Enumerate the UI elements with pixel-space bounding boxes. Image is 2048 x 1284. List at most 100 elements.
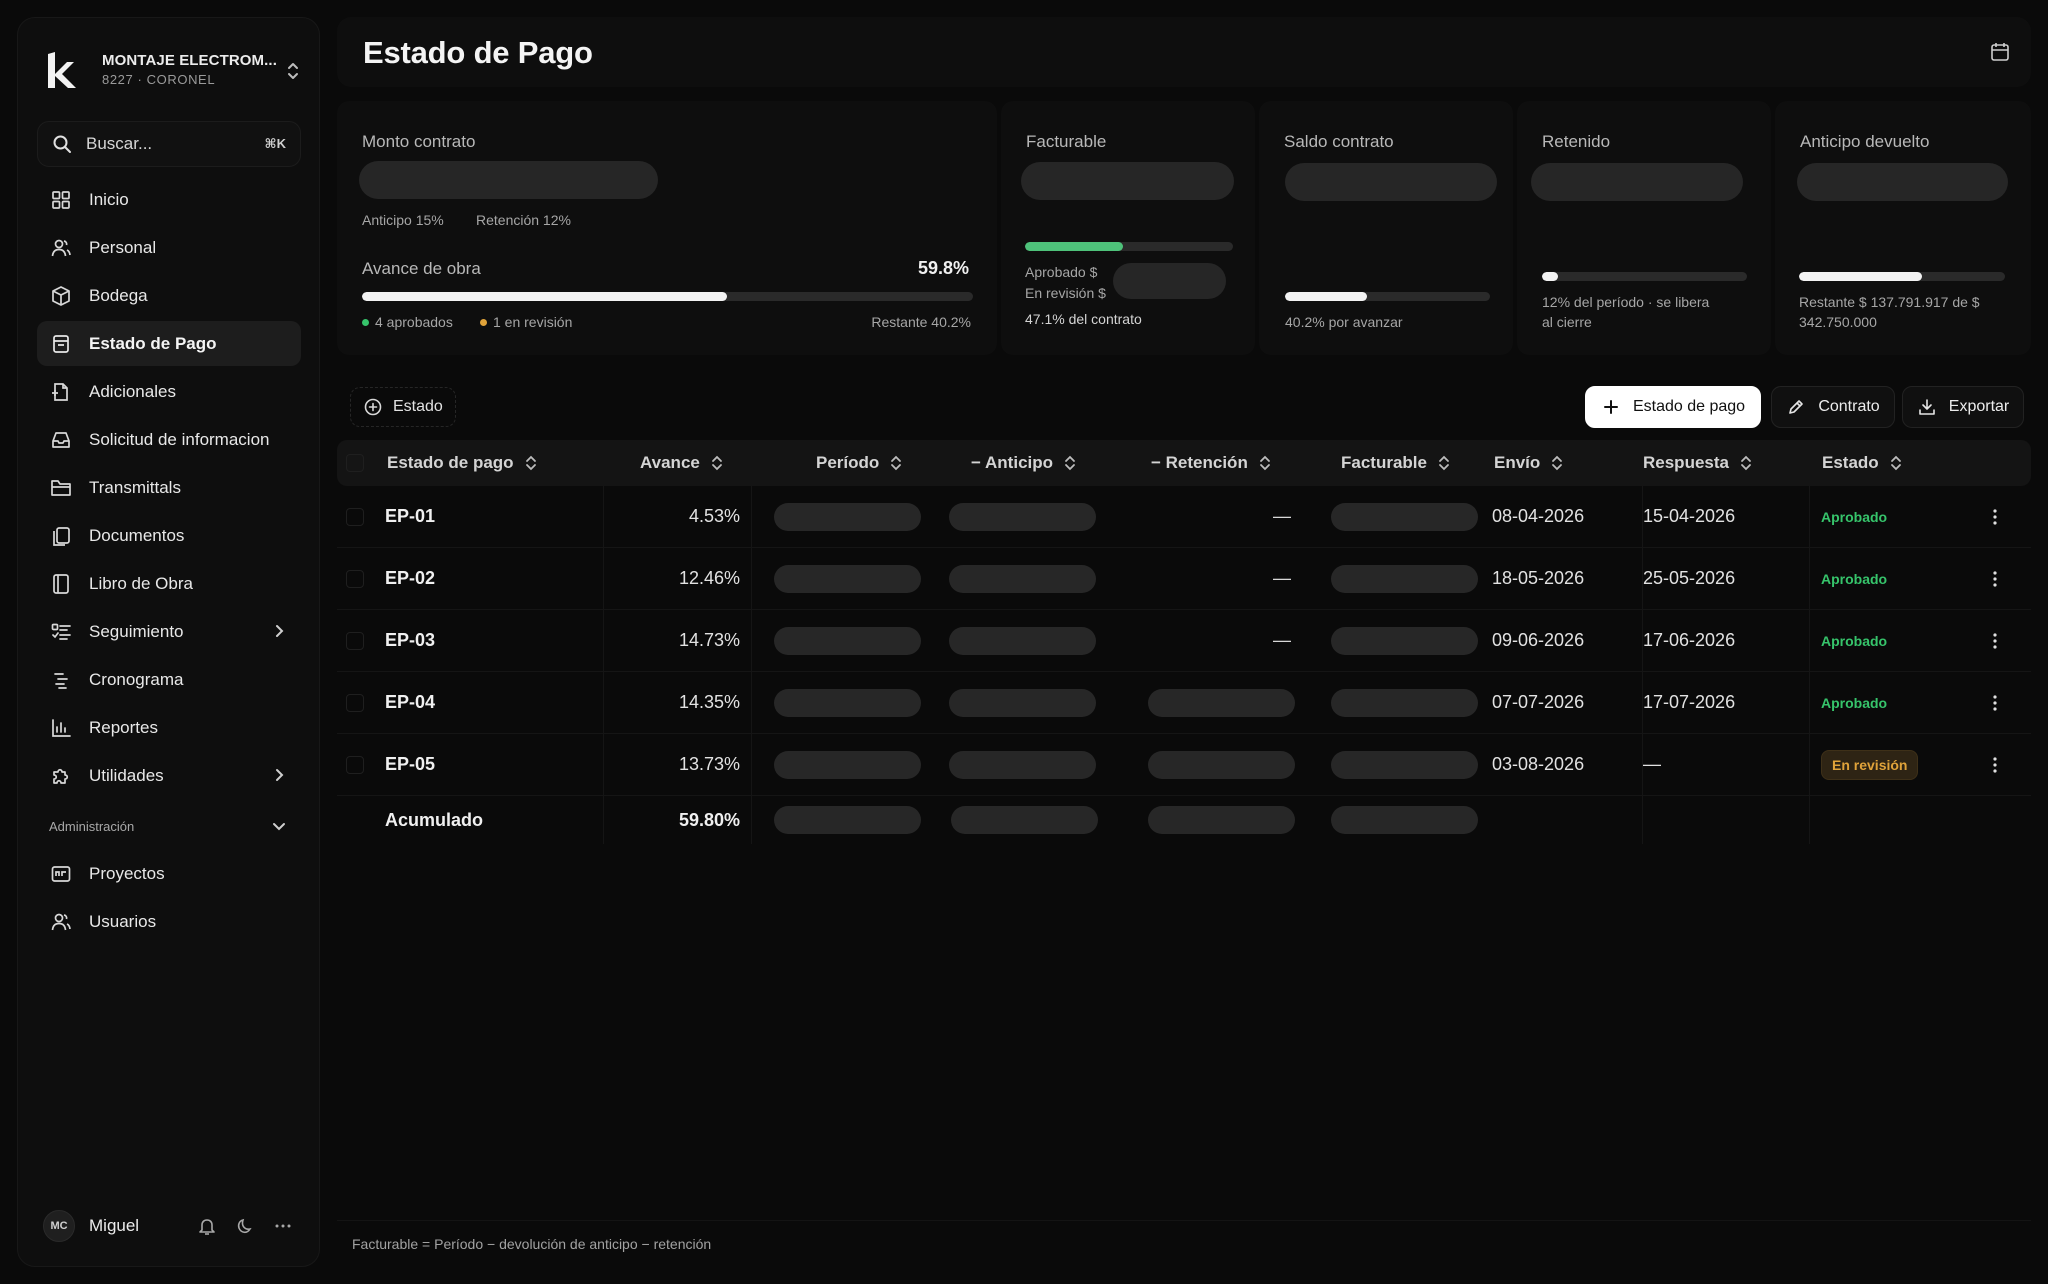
sidebar-item-label: Estado de Pago bbox=[89, 333, 217, 353]
bell-icon[interactable] bbox=[197, 1216, 217, 1236]
more-vertical-icon[interactable] bbox=[1985, 755, 2005, 775]
total-retencion-redacted bbox=[1148, 806, 1295, 834]
sidebar-item-transmittals[interactable]: Transmittals bbox=[37, 465, 301, 510]
contract-card: Monto contrato Anticipo 15% Retención 12… bbox=[337, 101, 997, 355]
more-horizontal-icon[interactable] bbox=[273, 1216, 293, 1236]
table-row[interactable]: EP-05 13.73% 03-08-2026 — En revisión bbox=[337, 734, 2031, 796]
col-facturable[interactable]: Facturable bbox=[1341, 440, 1451, 486]
select-all-checkbox[interactable] bbox=[346, 454, 364, 472]
col-estado[interactable]: Estado bbox=[1822, 440, 1903, 486]
table-row[interactable]: EP-04 14.35% 07-07-2026 17-07-2026 Aprobado bbox=[337, 672, 2031, 734]
calendar-icon[interactable] bbox=[1989, 41, 2011, 63]
sidebar-item-libro-de-obra[interactable]: Libro de Obra bbox=[37, 561, 301, 606]
moon-icon[interactable] bbox=[235, 1216, 255, 1236]
col-periodo[interactable]: Período bbox=[816, 440, 903, 486]
row-checkbox[interactable] bbox=[346, 508, 364, 526]
facturable-redacted bbox=[1331, 751, 1478, 779]
search-input[interactable]: Buscar... ⌘K bbox=[37, 121, 301, 167]
sidebar-item-cronograma[interactable]: Cronograma bbox=[37, 657, 301, 702]
contrato-button[interactable]: Contrato bbox=[1771, 386, 1895, 428]
anticipo-progress bbox=[1799, 272, 2005, 281]
sidebar-item-solicitud[interactable]: Solicitud de informacion bbox=[37, 417, 301, 462]
estado-cell: Aprobado bbox=[1821, 672, 1887, 733]
revision-count: 1 en revisión bbox=[480, 314, 572, 330]
ep-id[interactable]: EP-02 bbox=[385, 548, 435, 609]
sidebar-item-adicionales[interactable]: Adicionales bbox=[37, 369, 301, 414]
row-checkbox[interactable] bbox=[346, 632, 364, 650]
search-shortcut: ⌘K bbox=[264, 136, 286, 151]
avatar[interactable]: MC bbox=[43, 1210, 75, 1242]
avance-progress-fill bbox=[362, 292, 728, 301]
more-vertical-icon[interactable] bbox=[1985, 569, 2005, 589]
estado-cell: Aprobado bbox=[1821, 610, 1887, 671]
sidebar-item-estado-de-pago[interactable]: Estado de Pago bbox=[37, 321, 301, 366]
ep-id[interactable]: EP-03 bbox=[385, 610, 435, 671]
anticipo-redacted bbox=[949, 565, 1096, 593]
anticipo-value-redacted bbox=[1797, 163, 2008, 201]
more-vertical-icon[interactable] bbox=[1985, 693, 2005, 713]
ep-id[interactable]: EP-01 bbox=[385, 486, 435, 547]
sidebar-item-seguimiento[interactable]: Seguimiento bbox=[37, 609, 301, 654]
sidebar-section-administracion[interactable]: Administración bbox=[37, 801, 301, 851]
ep-id[interactable]: EP-05 bbox=[385, 734, 435, 795]
sidebar-item-label: Cronograma bbox=[89, 669, 184, 689]
col-avance[interactable]: Avance bbox=[640, 440, 724, 486]
list-check-icon bbox=[51, 623, 71, 640]
avance-cell: 14.73% bbox=[678, 630, 740, 650]
row-checkbox[interactable] bbox=[346, 570, 364, 588]
total-facturable-redacted bbox=[1331, 806, 1478, 834]
col-envio[interactable]: Envío bbox=[1494, 440, 1564, 486]
workspace-code: 8227 · CORONEL bbox=[102, 72, 216, 88]
facturable-redacted bbox=[1331, 565, 1478, 593]
estado-filter-button[interactable]: Estado bbox=[350, 387, 456, 427]
sidebar-item-reportes[interactable]: Reportes bbox=[37, 705, 301, 750]
estado-filter-label: Estado bbox=[393, 398, 443, 415]
col-respuesta[interactable]: Respuesta bbox=[1643, 440, 1753, 486]
row-checkbox[interactable] bbox=[346, 694, 364, 712]
sidebar-item-bodega[interactable]: Bodega bbox=[37, 273, 301, 318]
facturable-redacted bbox=[1331, 627, 1478, 655]
box-icon bbox=[52, 285, 70, 306]
table-row[interactable]: EP-03 14.73% — 09-06-2026 17-06-2026 Aprobado bbox=[337, 610, 2031, 672]
table-header: Estado de pago Avance Período − Anticipo… bbox=[337, 440, 2031, 486]
anticipo-redacted bbox=[949, 627, 1096, 655]
saldo-label: Saldo contrato bbox=[1284, 132, 1394, 151]
col-estado-de-pago[interactable]: Estado de pago bbox=[387, 440, 538, 486]
timeline-icon bbox=[54, 672, 68, 689]
total-anticipo-redacted bbox=[951, 806, 1098, 834]
ep-id[interactable]: EP-04 bbox=[385, 672, 435, 733]
status-badge: En revisión bbox=[1821, 749, 1919, 780]
facturable-value-redacted bbox=[1021, 162, 1234, 200]
book-icon bbox=[53, 573, 69, 594]
exportar-button[interactable]: Exportar bbox=[1902, 386, 2024, 428]
status-badge: Aprobado bbox=[1821, 694, 1888, 711]
facturable-aprobado: Aprobado $ bbox=[1025, 264, 1098, 280]
sidebar-item-documentos[interactable]: Documentos bbox=[37, 513, 301, 558]
col-retencion[interactable]: − Retención bbox=[1151, 440, 1272, 486]
workspace-name: MONTAJE ELECTROM... bbox=[102, 51, 277, 69]
sidebar-item-personal[interactable]: Personal bbox=[37, 225, 301, 270]
row-checkbox[interactable] bbox=[346, 756, 364, 774]
sidebar-item-utilidades[interactable]: Utilidades bbox=[37, 753, 301, 798]
sidebar-item-label: Personal bbox=[89, 237, 157, 257]
saldo-note: 40.2% por avanzar bbox=[1285, 314, 1403, 330]
more-vertical-icon[interactable] bbox=[1985, 631, 2005, 651]
documents-icon bbox=[53, 526, 70, 546]
new-estado-de-pago-button[interactable]: Estado de pago bbox=[1585, 386, 1761, 428]
sidebar-item-label: Bodega bbox=[89, 285, 148, 305]
periodo-redacted bbox=[774, 565, 921, 593]
table-row[interactable]: EP-02 12.46% — 18-05-2026 25-05-2026 Aprobado bbox=[337, 548, 2031, 610]
total-label: Acumulado bbox=[385, 809, 484, 830]
table-row[interactable]: EP-01 4.53% — 08-04-2026 15-04-2026 Aprobado bbox=[337, 486, 2031, 548]
anticipo-redacted bbox=[949, 751, 1096, 779]
estado-cell: Aprobado bbox=[1821, 486, 1887, 547]
retenido-note-2: al cierre bbox=[1542, 314, 1592, 330]
sidebar-item-usuarios[interactable]: Usuarios bbox=[37, 899, 301, 944]
sidebar-item-inicio[interactable]: Inicio bbox=[37, 177, 301, 222]
workspace-switcher[interactable]: MONTAJE ELECTROM... 8227 · CORONEL bbox=[38, 34, 302, 106]
avance-label: Avance de obra bbox=[362, 259, 481, 278]
col-anticipo[interactable]: − Anticipo bbox=[971, 440, 1077, 486]
sidebar-item-label: Utilidades bbox=[89, 765, 164, 785]
more-vertical-icon[interactable] bbox=[1985, 507, 2005, 527]
sidebar-item-proyectos[interactable]: Proyectos bbox=[37, 851, 301, 896]
